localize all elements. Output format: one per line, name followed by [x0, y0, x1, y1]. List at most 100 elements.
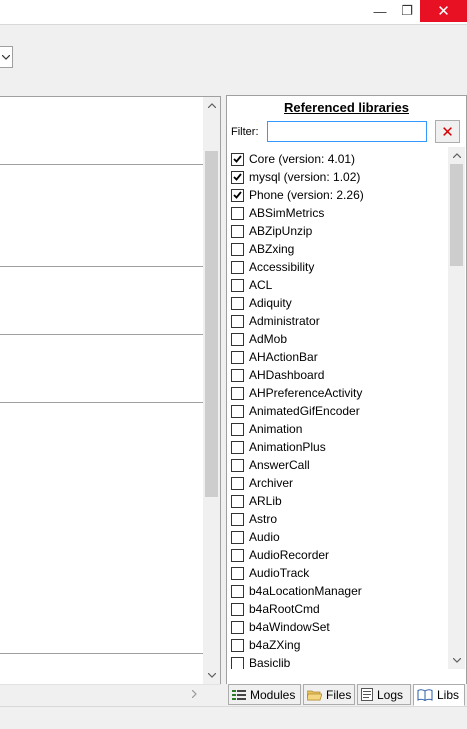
scrollbar-thumb[interactable] — [205, 151, 218, 497]
module-dropdown[interactable] — [0, 46, 13, 68]
filter-label: Filter: — [231, 126, 259, 138]
library-item[interactable]: mysql (version: 1.02) — [231, 168, 360, 186]
library-item[interactable]: Accessibility — [231, 258, 314, 276]
library-item[interactable]: AHPreferenceActivity — [231, 384, 362, 402]
library-item[interactable]: ABZipUnzip — [231, 222, 312, 240]
library-checkbox[interactable] — [231, 512, 244, 526]
library-checkbox-checked[interactable] — [231, 170, 244, 184]
code-editor[interactable] — [0, 96, 221, 684]
sub-separator — [0, 402, 203, 403]
library-item[interactable]: Basiclib — [231, 654, 290, 669]
tab-label: Files — [326, 687, 352, 702]
scroll-up-icon[interactable] — [448, 147, 465, 164]
library-checkbox[interactable] — [231, 566, 244, 580]
library-checkbox-checked[interactable] — [231, 188, 244, 202]
sub-separator — [0, 653, 203, 654]
maximize-button[interactable]: ❐ — [394, 0, 420, 22]
library-label: b4aWindowSet — [249, 620, 330, 634]
library-item[interactable]: AudioRecorder — [231, 546, 329, 564]
maximize-icon: ❐ — [401, 3, 413, 18]
tab-logs[interactable]: Logs — [357, 684, 411, 705]
library-checkbox[interactable] — [231, 224, 244, 238]
library-checkbox[interactable] — [231, 386, 244, 400]
library-item[interactable]: Archiver — [231, 474, 293, 492]
library-item[interactable]: ABSimMetrics — [231, 204, 324, 222]
library-checkbox[interactable] — [231, 206, 244, 220]
library-checkbox[interactable] — [231, 422, 244, 436]
library-label: AHPreferenceActivity — [249, 386, 363, 400]
library-checkbox[interactable] — [231, 314, 244, 328]
library-item[interactable]: Adiquity — [231, 294, 292, 312]
scroll-down-icon[interactable] — [448, 652, 465, 669]
library-checkbox[interactable] — [231, 458, 244, 472]
library-item[interactable]: AnswerCall — [231, 456, 310, 474]
library-item[interactable]: Administrator — [231, 312, 320, 330]
library-item[interactable]: AdMob — [231, 330, 287, 348]
close-window-button[interactable]: ✕ — [420, 0, 467, 22]
library-item[interactable]: b4aRootCmd — [231, 600, 320, 618]
filter-input[interactable] — [267, 121, 427, 142]
close-icon: ✕ — [437, 3, 450, 20]
sub-separator — [0, 266, 203, 267]
library-checkbox[interactable] — [231, 530, 244, 544]
library-checkbox[interactable] — [231, 656, 244, 669]
library-item[interactable]: Core (version: 4.01) — [231, 150, 355, 168]
editor-vertical-scrollbar[interactable] — [203, 97, 220, 684]
scroll-up-icon[interactable] — [203, 97, 220, 114]
library-item[interactable]: b4aZXing — [231, 636, 300, 654]
tab-label: Modules — [250, 687, 296, 702]
scroll-down-icon[interactable] — [203, 667, 220, 684]
library-item[interactable]: ACL — [231, 276, 272, 294]
library-checkbox[interactable] — [231, 602, 244, 616]
tab-label: Logs — [377, 687, 404, 702]
library-checkbox[interactable] — [231, 296, 244, 310]
library-item[interactable]: AudioTrack — [231, 564, 309, 582]
library-checkbox[interactable] — [231, 350, 244, 364]
library-checkbox[interactable] — [231, 440, 244, 454]
library-checkbox[interactable] — [231, 260, 244, 274]
library-checkbox[interactable] — [231, 548, 244, 562]
library-checkbox[interactable] — [231, 404, 244, 418]
library-item[interactable]: b4aWindowSet — [231, 618, 330, 636]
folder-icon — [307, 690, 322, 700]
library-checkbox-checked[interactable] — [231, 152, 244, 166]
library-label: ARLib — [249, 494, 282, 508]
library-item[interactable]: Astro — [231, 510, 277, 528]
library-checkbox[interactable] — [231, 242, 244, 256]
library-label: b4aZXing — [249, 638, 301, 652]
library-item[interactable]: ARLib — [231, 492, 282, 510]
chevron-down-icon — [2, 54, 10, 60]
library-list: Core (version: 4.01) mysql (version: 1.02… — [227, 147, 450, 669]
library-checkbox[interactable] — [231, 494, 244, 508]
minimize-button[interactable]: — — [366, 0, 394, 22]
library-item[interactable]: Animation — [231, 420, 302, 438]
library-checkbox[interactable] — [231, 584, 244, 598]
library-item[interactable]: b4aLocationManager — [231, 582, 362, 600]
library-item[interactable]: AHActionBar — [231, 348, 318, 366]
scroll-right-icon[interactable] — [192, 685, 197, 702]
library-checkbox[interactable] — [231, 368, 244, 382]
library-checkbox[interactable] — [231, 278, 244, 292]
editor-horizontal-scrollbar[interactable] — [0, 684, 221, 701]
library-checkbox[interactable] — [231, 638, 244, 652]
library-item[interactable]: AnimationPlus — [231, 438, 326, 456]
library-label: Adiquity — [249, 296, 292, 310]
tab-files[interactable]: Files — [303, 684, 355, 705]
library-item[interactable]: AnimatedGifEncoder — [231, 402, 360, 420]
library-label: b4aLocationManager — [249, 584, 362, 598]
scrollbar-thumb[interactable] — [450, 164, 463, 266]
library-item[interactable]: Phone (version: 2.26) — [231, 186, 364, 204]
library-label: b4aRootCmd — [249, 602, 320, 616]
library-checkbox[interactable] — [231, 476, 244, 490]
tab-libs[interactable]: Libs — [413, 684, 465, 706]
library-item[interactable]: Audio — [231, 528, 280, 546]
library-item[interactable]: ABZxing — [231, 240, 294, 258]
library-checkbox[interactable] — [231, 620, 244, 634]
library-checkbox[interactable] — [231, 332, 244, 346]
sub-separator — [0, 334, 203, 335]
clear-filter-button[interactable]: ✕ — [435, 120, 460, 143]
sub-separator — [0, 164, 203, 165]
library-list-scrollbar[interactable] — [448, 147, 465, 669]
tab-modules[interactable]: Modules — [228, 684, 301, 705]
library-item[interactable]: AHDashboard — [231, 366, 324, 384]
